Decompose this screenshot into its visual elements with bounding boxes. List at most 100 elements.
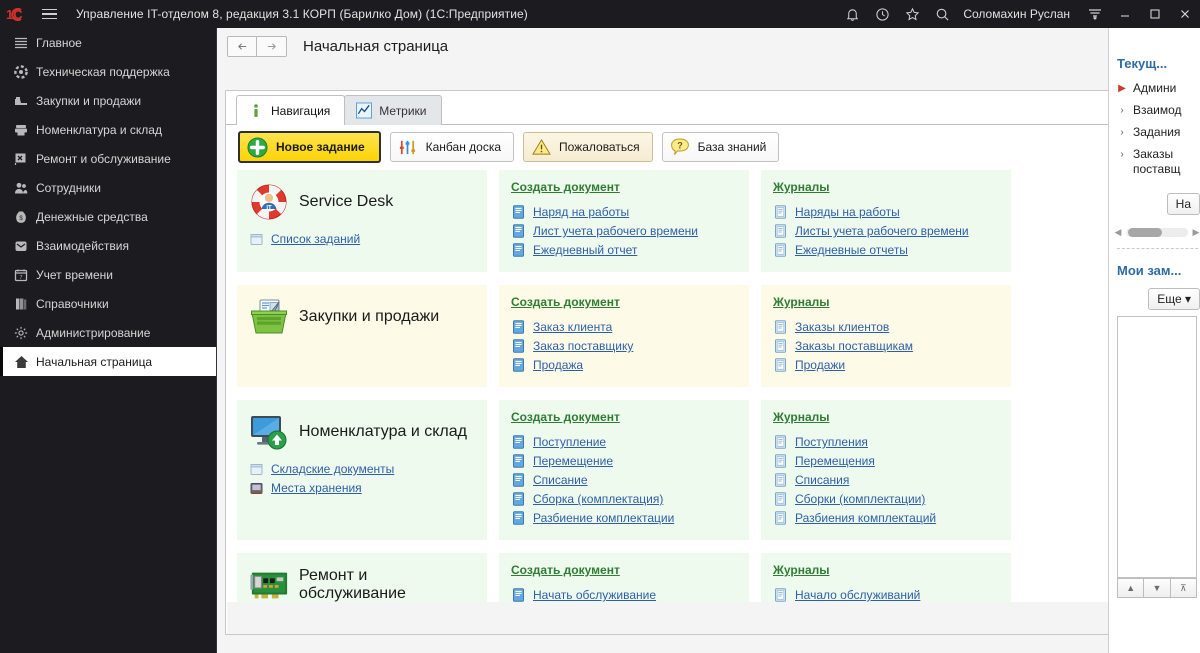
setup-button[interactable]: На xyxy=(1167,193,1200,215)
sidebar-item-4[interactable]: Номенклатура и склад xyxy=(0,115,216,144)
create-link-row: Списание xyxy=(511,473,737,487)
journal-link[interactable]: Перемещения xyxy=(795,454,875,468)
create-link[interactable]: Списание xyxy=(533,473,588,487)
maximize-button[interactable] xyxy=(1140,0,1170,28)
move-down-button[interactable]: ▼ xyxy=(1143,578,1170,598)
journals-title[interactable]: Журналы xyxy=(773,563,829,577)
main-menu-icon[interactable] xyxy=(1080,0,1110,28)
create-link[interactable]: Заказ поставщику xyxy=(533,339,633,353)
sidebar-item-8[interactable]: Взаимодействия xyxy=(0,231,216,260)
create-link-row: Заказ поставщику xyxy=(511,339,737,353)
hscroll-thumb[interactable] xyxy=(1128,228,1162,237)
minimize-button[interactable] xyxy=(1110,0,1140,28)
my-notes-more-button[interactable]: Еще ▾ xyxy=(1148,288,1200,310)
my-notes-list[interactable] xyxy=(1117,316,1197,578)
sidebar-item-2[interactable]: Техническая поддержка xyxy=(0,57,216,86)
right-panel-hscrollbar[interactable]: ◀ ▶ xyxy=(1113,227,1200,238)
journal-link-row: Наряды на работы xyxy=(773,205,999,219)
current-affairs-item[interactable]: ›Заказы поставщ xyxy=(1117,147,1200,177)
create-document-title[interactable]: Создать документ xyxy=(511,180,620,194)
sidebar: ГлавноеТехническая поддержкаЗакупки и пр… xyxy=(0,28,216,653)
forward-button[interactable] xyxy=(257,36,287,57)
create-link[interactable]: Перемещение xyxy=(533,454,613,468)
star-icon[interactable] xyxy=(897,0,927,28)
create-link[interactable]: Лист учета рабочего времени xyxy=(533,224,698,238)
back-button[interactable] xyxy=(227,36,257,57)
move-up-button[interactable]: ▲ xyxy=(1117,578,1144,598)
chevron-right-icon[interactable]: ▶ xyxy=(1117,81,1127,96)
journal-link[interactable]: Списания xyxy=(795,473,849,487)
sidebar-item-12[interactable]: Начальная страница xyxy=(0,347,216,376)
scroll-right-icon[interactable]: ▶ xyxy=(1191,227,1200,238)
sidebar-item-11[interactable]: Администрирование xyxy=(0,318,216,347)
journal-link[interactable]: Заказы поставщикам xyxy=(795,339,913,353)
current-affairs-item[interactable]: ›Взаимод xyxy=(1117,103,1200,118)
create-link[interactable]: Ежедневный отчет xyxy=(533,243,637,257)
sidebar-item-9[interactable]: 7Учет времени xyxy=(0,260,216,289)
new-task-button[interactable]: Новое задание xyxy=(238,131,381,163)
journal-link[interactable]: Сборки (комплектации) xyxy=(795,492,925,506)
journal-link[interactable]: Начало обслуживаний xyxy=(795,588,920,602)
create-link[interactable]: Разбиение комплектации xyxy=(533,511,674,525)
svg-text:7: 7 xyxy=(19,275,22,281)
chevron-right-icon[interactable]: › xyxy=(1117,103,1127,118)
quick-link[interactable]: Места хранения xyxy=(271,481,362,495)
user-name[interactable]: Соломахин Руслан xyxy=(957,7,1080,21)
tab-metrics[interactable]: Метрики xyxy=(344,95,441,125)
quick-link[interactable]: Список заданий xyxy=(271,232,360,246)
move-bottom-button[interactable]: ⊼ xyxy=(1170,578,1197,598)
close-button[interactable] xyxy=(1170,0,1200,28)
kanban-board-button[interactable]: Канбан доска xyxy=(390,132,514,162)
journal-link[interactable]: Продажи xyxy=(795,358,845,372)
journal-link[interactable]: Наряды на работы xyxy=(795,205,900,219)
doc-icon xyxy=(511,205,525,219)
journals-title[interactable]: Журналы xyxy=(773,180,829,194)
panel-divider xyxy=(1117,248,1200,249)
complain-label: Пожаловаться xyxy=(559,140,640,154)
create-document-title[interactable]: Создать документ xyxy=(511,410,620,424)
chevron-right-icon[interactable]: › xyxy=(1117,147,1127,162)
journal-link[interactable]: Разбиения комплектаций xyxy=(795,511,936,525)
current-affairs-item[interactable]: ▶Админи xyxy=(1117,81,1200,96)
sidebar-item-10[interactable]: Справочники xyxy=(0,289,216,318)
hamburger-menu-icon[interactable] xyxy=(36,0,62,28)
tab-navigation[interactable]: Навигация xyxy=(236,95,345,125)
create-link[interactable]: Сборка (комплектация) xyxy=(533,492,663,506)
chevron-right-icon[interactable]: › xyxy=(1117,125,1127,140)
create-document-title[interactable]: Создать документ xyxy=(511,295,620,309)
books-icon xyxy=(14,295,36,313)
complain-button[interactable]: Пожаловаться xyxy=(523,132,653,162)
sidebar-item-6[interactable]: Сотрудники xyxy=(0,173,216,202)
quick-link-row: Места хранения xyxy=(249,481,475,495)
quick-link[interactable]: Складские документы xyxy=(271,462,394,476)
knowledge-base-button[interactable]: ? База знаний xyxy=(662,132,780,162)
sidebar-item-1[interactable]: Главное xyxy=(0,28,216,57)
journal-link[interactable]: Листы учета рабочего времени xyxy=(795,224,969,238)
create-link[interactable]: Поступление xyxy=(533,435,606,449)
journal-link[interactable]: Поступления xyxy=(795,435,868,449)
search-icon[interactable] xyxy=(927,0,957,28)
journal-link[interactable]: Заказы клиентов xyxy=(795,320,889,334)
journal-link-row: Перемещения xyxy=(773,454,999,468)
journal-link[interactable]: Ежедневные отчеты xyxy=(795,243,908,257)
cart-icon xyxy=(14,92,36,110)
journals-title[interactable]: Журналы xyxy=(773,410,829,424)
column-gap xyxy=(749,170,761,272)
create-link[interactable]: Начать обслуживание xyxy=(533,588,656,602)
create-document-title[interactable]: Создать документ xyxy=(511,563,620,577)
current-affairs-item[interactable]: ›Задания xyxy=(1117,125,1200,140)
sidebar-item-7[interactable]: $Денежные средства xyxy=(0,202,216,231)
create-link-row: Лист учета рабочего времени xyxy=(511,224,737,238)
scroll-left-icon[interactable]: ◀ xyxy=(1113,227,1123,238)
sidebar-item-5[interactable]: Ремонт и обслуживание xyxy=(0,144,216,173)
create-link[interactable]: Продажа xyxy=(533,358,583,372)
create-link[interactable]: Наряд на работы xyxy=(533,205,629,219)
bell-icon[interactable] xyxy=(837,0,867,28)
journal-link-row: Списания xyxy=(773,473,999,487)
journals-title[interactable]: Журналы xyxy=(773,295,829,309)
hscroll-track xyxy=(1126,228,1188,237)
sidebar-item-3[interactable]: Закупки и продажи xyxy=(0,86,216,115)
create-link[interactable]: Заказ клиента xyxy=(533,320,612,334)
journal-link-row: Сборки (комплектации) xyxy=(773,492,999,506)
history-icon[interactable] xyxy=(867,0,897,28)
